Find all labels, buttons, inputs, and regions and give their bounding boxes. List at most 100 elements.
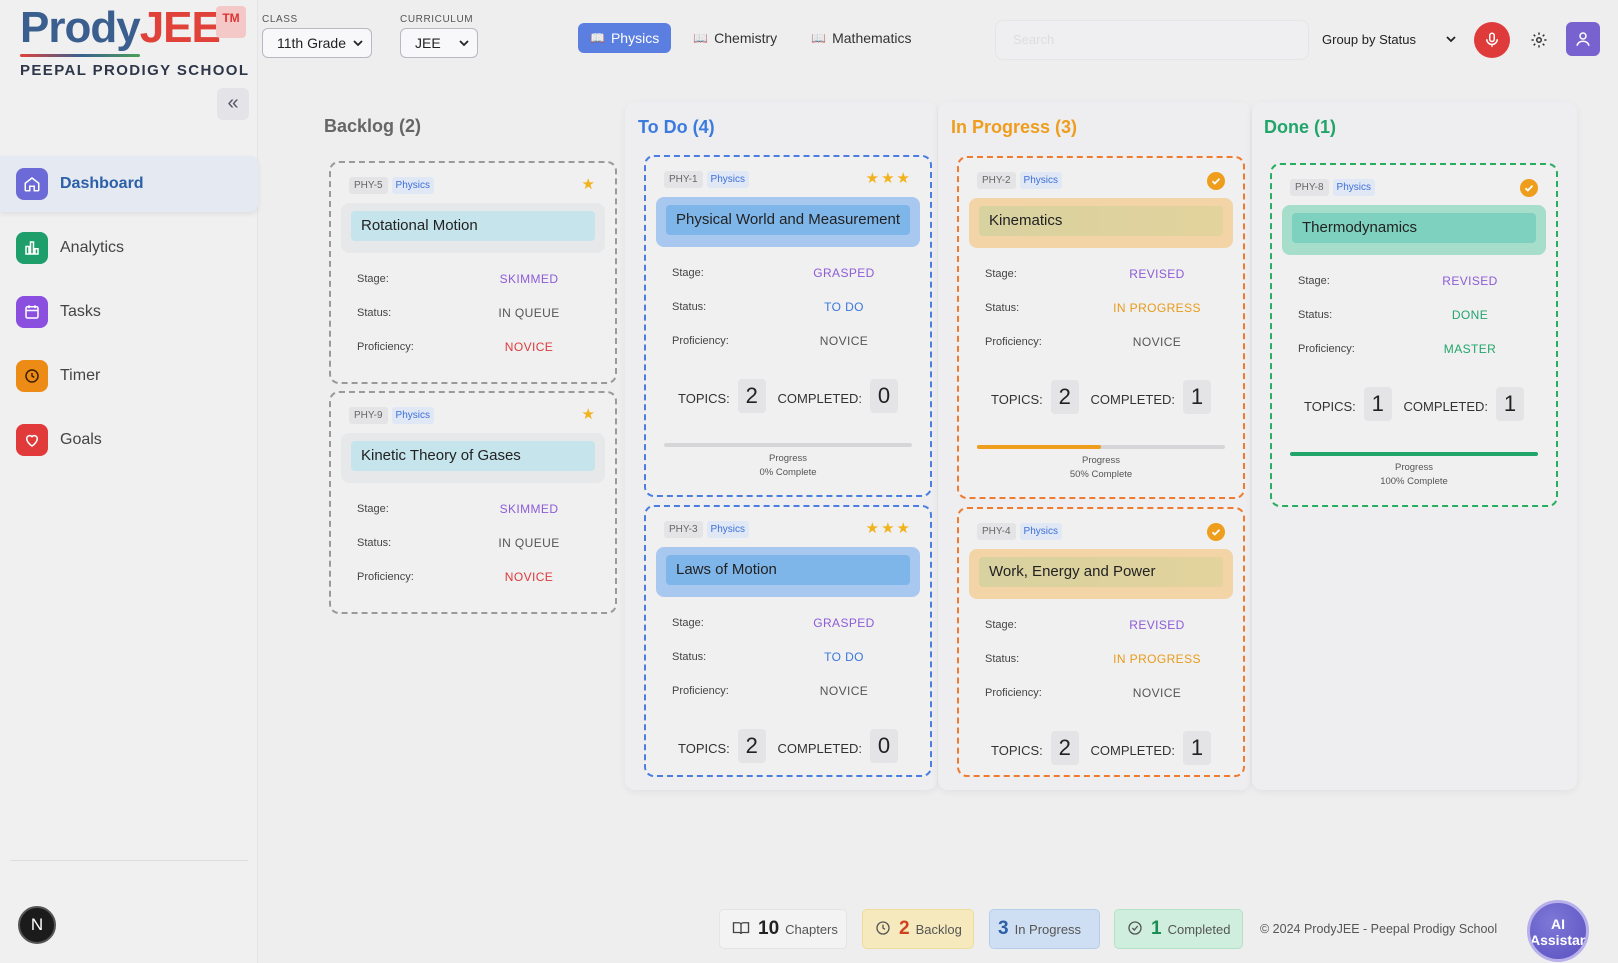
stage-label: Stage: xyxy=(672,267,704,279)
sidebar-divider xyxy=(10,860,248,861)
topics-row: TOPICS: 1 COMPLETED: 1 xyxy=(1304,387,1524,421)
sidebar-item-label: Goals xyxy=(60,431,102,448)
stage-row: Stage: SKIMMED xyxy=(357,269,589,289)
chapter-card[interactable]: PHY-2 Physics Kinematics Stage: REVISED S… xyxy=(957,156,1245,499)
topics-count: 2 xyxy=(1050,731,1079,765)
progress-percent: 50% Complete xyxy=(1069,469,1133,480)
chapter-card[interactable]: PHY-4 Physics Work, Energy and Power Sta… xyxy=(957,507,1245,777)
status-value: IN PROGRESS xyxy=(1113,652,1201,666)
sidebar-item-analytics[interactable]: Analytics xyxy=(0,220,258,276)
star-icon[interactable]: ★★★ xyxy=(866,169,912,187)
stat-in-progress: 3 In Progress xyxy=(990,910,1099,948)
card-title: Laws of Motion xyxy=(666,555,910,585)
tab-label: Chemistry xyxy=(714,30,778,46)
stat-backlog: 2 Backlog xyxy=(863,910,973,948)
completed-count: 0 xyxy=(870,379,898,413)
chapter-card[interactable]: PHY-5 Physics ★ Rotational Motion Stage:… xyxy=(329,161,617,384)
proficiency-row: Proficiency: NOVICE xyxy=(672,681,904,701)
topics-label: TOPICS: xyxy=(678,391,730,406)
column-title-backlog: Backlog (2) xyxy=(324,116,422,136)
proficiency-value: NOVICE xyxy=(819,334,869,348)
stage-row: Stage: SKIMMED xyxy=(357,499,589,519)
card-title: Thermodynamics xyxy=(1292,213,1536,243)
status-label: Status: xyxy=(357,537,392,549)
status-label: Status: xyxy=(985,653,1020,665)
chapter-card[interactable]: PHY-3 Physics ★★★ Laws of Motion Stage: G… xyxy=(644,505,932,777)
stage-label: Stage: xyxy=(1298,275,1330,287)
stage-label: Stage: xyxy=(985,268,1017,280)
proficiency-row: Proficiency: NOVICE xyxy=(357,337,589,357)
completed-label: COMPLETED: xyxy=(777,741,862,756)
book-icon xyxy=(732,920,750,939)
user-profile-button[interactable] xyxy=(1566,22,1600,56)
status-value: DONE xyxy=(1451,308,1489,322)
star-icon[interactable]: ★ xyxy=(582,405,597,423)
sidebar-item-dashboard[interactable]: Dashboard xyxy=(0,156,258,212)
group-by-select[interactable]: Group by Status xyxy=(1316,24,1462,54)
completed-count: 1 xyxy=(1183,731,1211,765)
progress-fill xyxy=(1290,452,1538,456)
topics-count: 2 xyxy=(737,379,766,413)
curriculum-select[interactable]: JEE xyxy=(400,28,478,58)
microphone-button[interactable] xyxy=(1474,22,1510,58)
topics-label: TOPICS: xyxy=(991,743,1043,758)
stat-completed: 1 Completed xyxy=(1115,910,1242,948)
class-selector: CLASS 11th Grade xyxy=(262,14,372,58)
progress-label: Progress xyxy=(1081,455,1120,466)
check-circle-icon xyxy=(1207,523,1225,541)
completed-label: COMPLETED: xyxy=(1090,743,1175,758)
chapter-card[interactable]: PHY-1 Physics ★★★ Physical World and Mea… xyxy=(644,155,932,497)
stage-value: SKIMMED xyxy=(499,502,559,516)
avatar[interactable]: N xyxy=(18,906,56,944)
tab-chemistry[interactable]: 📖 Chemistry xyxy=(681,23,789,53)
status-row: Status: IN QUEUE xyxy=(357,533,589,553)
in-progress-label: In Progress xyxy=(1014,921,1082,937)
card-subject-badge: Physics xyxy=(1332,179,1375,196)
sidebar-item-tasks[interactable]: Tasks xyxy=(0,284,258,340)
ai-assistant-button[interactable]: AI Assistant xyxy=(1527,900,1589,962)
search-input[interactable]: Search xyxy=(995,20,1309,60)
chevron-down-icon xyxy=(1446,32,1456,47)
star-icon[interactable]: ★ xyxy=(582,175,597,193)
collapse-sidebar-button[interactable]: « xyxy=(217,88,249,120)
progress-fill xyxy=(977,445,1101,449)
topics-row: TOPICS: 2 COMPLETED: 0 xyxy=(678,379,898,413)
logo-jee: JEE xyxy=(139,3,221,52)
status-label: Status: xyxy=(985,302,1020,314)
logo-trademark: TM xyxy=(216,6,246,38)
sidebar: ProdyJEE TM PEEPAL PRODIGY SCHOOL « Dash… xyxy=(0,0,258,963)
card-title-box: Laws of Motion xyxy=(656,547,920,597)
chapter-card[interactable]: PHY-9 Physics ★ Kinetic Theory of Gases … xyxy=(329,391,617,614)
proficiency-label: Proficiency: xyxy=(985,687,1042,699)
tab-mathematics[interactable]: 📖 Mathematics xyxy=(799,23,923,53)
chapter-card[interactable]: PHY-8 Physics Thermodynamics Stage: REVIS… xyxy=(1270,163,1558,507)
status-label: Status: xyxy=(1298,309,1333,321)
card-id: PHY-2 xyxy=(977,172,1016,189)
tab-label: Physics xyxy=(610,30,660,46)
clock-icon xyxy=(875,920,891,939)
book-icon: 📖 xyxy=(590,31,605,45)
status-value: TO DO xyxy=(824,300,864,314)
tab-physics[interactable]: 📖 Physics xyxy=(578,23,672,53)
sidebar-item-timer[interactable]: Timer xyxy=(0,348,258,404)
star-icon[interactable]: ★★★ xyxy=(866,519,912,537)
proficiency-label: Proficiency: xyxy=(985,336,1042,348)
proficiency-value: NOVICE xyxy=(504,340,554,354)
card-title-box: Physical World and Measurement xyxy=(656,197,920,247)
copyright: © 2024 ProdyJEE - Peepal Prodigy School xyxy=(1260,922,1498,936)
settings-button[interactable] xyxy=(1525,26,1553,54)
proficiency-value: NOVICE xyxy=(1132,335,1182,349)
card-title-box: Thermodynamics xyxy=(1282,205,1546,255)
stage-row: Stage: REVISED xyxy=(1298,271,1530,291)
proficiency-label: Proficiency: xyxy=(1298,343,1355,355)
sidebar-item-goals[interactable]: Goals xyxy=(0,412,258,468)
topics-count: 1 xyxy=(1363,387,1392,421)
stage-row: Stage: GRASPED xyxy=(672,263,904,283)
card-header: PHY-4 Physics xyxy=(977,523,1062,540)
sidebar-item-label: Timer xyxy=(60,367,101,384)
progress-bar xyxy=(977,445,1225,449)
bar-chart-icon xyxy=(16,232,48,264)
class-select[interactable]: 11th Grade xyxy=(262,28,372,58)
sidebar-item-label: Analytics xyxy=(60,239,125,256)
progress-label: Progress xyxy=(768,453,807,464)
